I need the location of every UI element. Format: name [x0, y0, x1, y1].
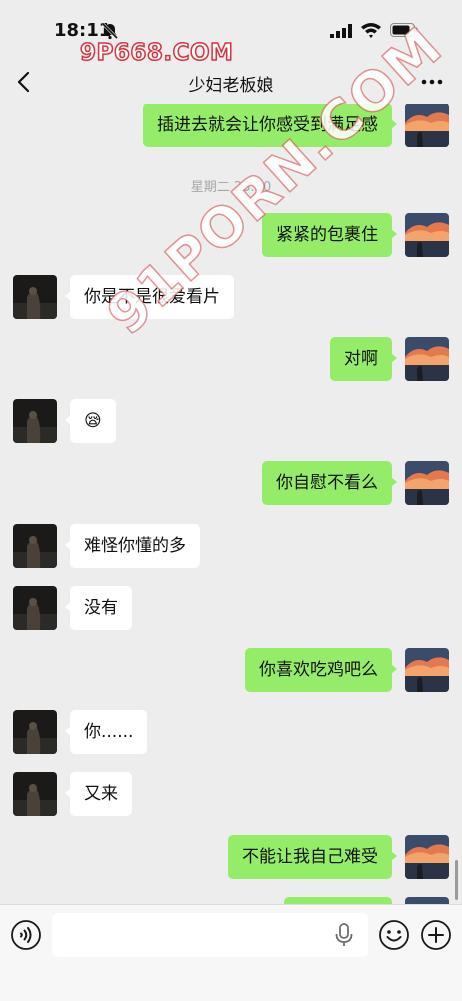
avatar-contact[interactable] — [13, 275, 57, 319]
signal-icon — [330, 24, 352, 38]
message-bubble-sent[interactable]: 插进去就会让你感受到满足感 — [143, 104, 397, 147]
message-bubble-received[interactable]: 😪 — [65, 399, 116, 443]
message-bubble-sent[interactable]: 对啊 — [330, 337, 397, 381]
bell-muted-icon — [101, 22, 119, 40]
timestamp: 星期二 23:30 — [190, 180, 272, 195]
message-bubble-sent[interactable]: 紧紧的包裹住 — [262, 213, 397, 257]
voice-icon[interactable] — [10, 919, 42, 951]
avatar-contact[interactable] — [13, 586, 57, 630]
message-bubble-received[interactable]: 没有 — [65, 586, 132, 630]
message-bubble-received[interactable]: 你...... — [64, 710, 148, 754]
message-bubble-sent[interactable]: 你喜欢吃鸡吧么 — [245, 648, 397, 692]
avatar-contact[interactable] — [13, 524, 57, 568]
scrollbar[interactable] — [455, 860, 458, 900]
mic-icon[interactable] — [334, 923, 354, 947]
battery-icon — [390, 23, 418, 37]
avatar-self[interactable] — [405, 461, 449, 505]
message-bubble-sent[interactable]: 不能让我自己难受 — [228, 835, 397, 879]
avatar-self[interactable] — [405, 213, 449, 257]
nav-bar: 少妇老板娘 — [0, 60, 462, 104]
message-input[interactable] — [52, 913, 368, 957]
message-bubble-received[interactable]: 难怪你懂的多 — [65, 524, 200, 568]
message-bubble-received[interactable]: 又来 — [65, 772, 132, 816]
plus-icon[interactable] — [420, 919, 452, 951]
chat-area[interactable]: 插进去就会让你感受到满足感 星期二 23:30 紧紧的包裹住 你是不是很爱看片 … — [0, 104, 462, 904]
input-bar — [0, 904, 462, 1001]
chat-title[interactable]: 少妇老板娘 — [0, 71, 462, 96]
message-bubble-received[interactable]: 你是不是很爱看片 — [65, 275, 234, 319]
message-bubble-sent[interactable]: 你自慰不看么 — [262, 461, 397, 505]
more-dots-icon[interactable] — [420, 72, 444, 92]
wifi-icon — [361, 23, 381, 38]
avatar-contact[interactable] — [13, 399, 57, 443]
avatar-self[interactable] — [405, 648, 449, 692]
avatar-self[interactable] — [405, 104, 449, 147]
message-bubble-sent-partial[interactable] — [284, 897, 392, 904]
avatar-contact[interactable] — [13, 710, 57, 754]
avatar-self[interactable] — [405, 835, 449, 879]
emoji-icon[interactable] — [378, 919, 410, 951]
avatar-contact[interactable] — [13, 772, 57, 816]
avatar-self[interactable] — [405, 337, 449, 381]
avatar-self[interactable] — [405, 897, 449, 904]
